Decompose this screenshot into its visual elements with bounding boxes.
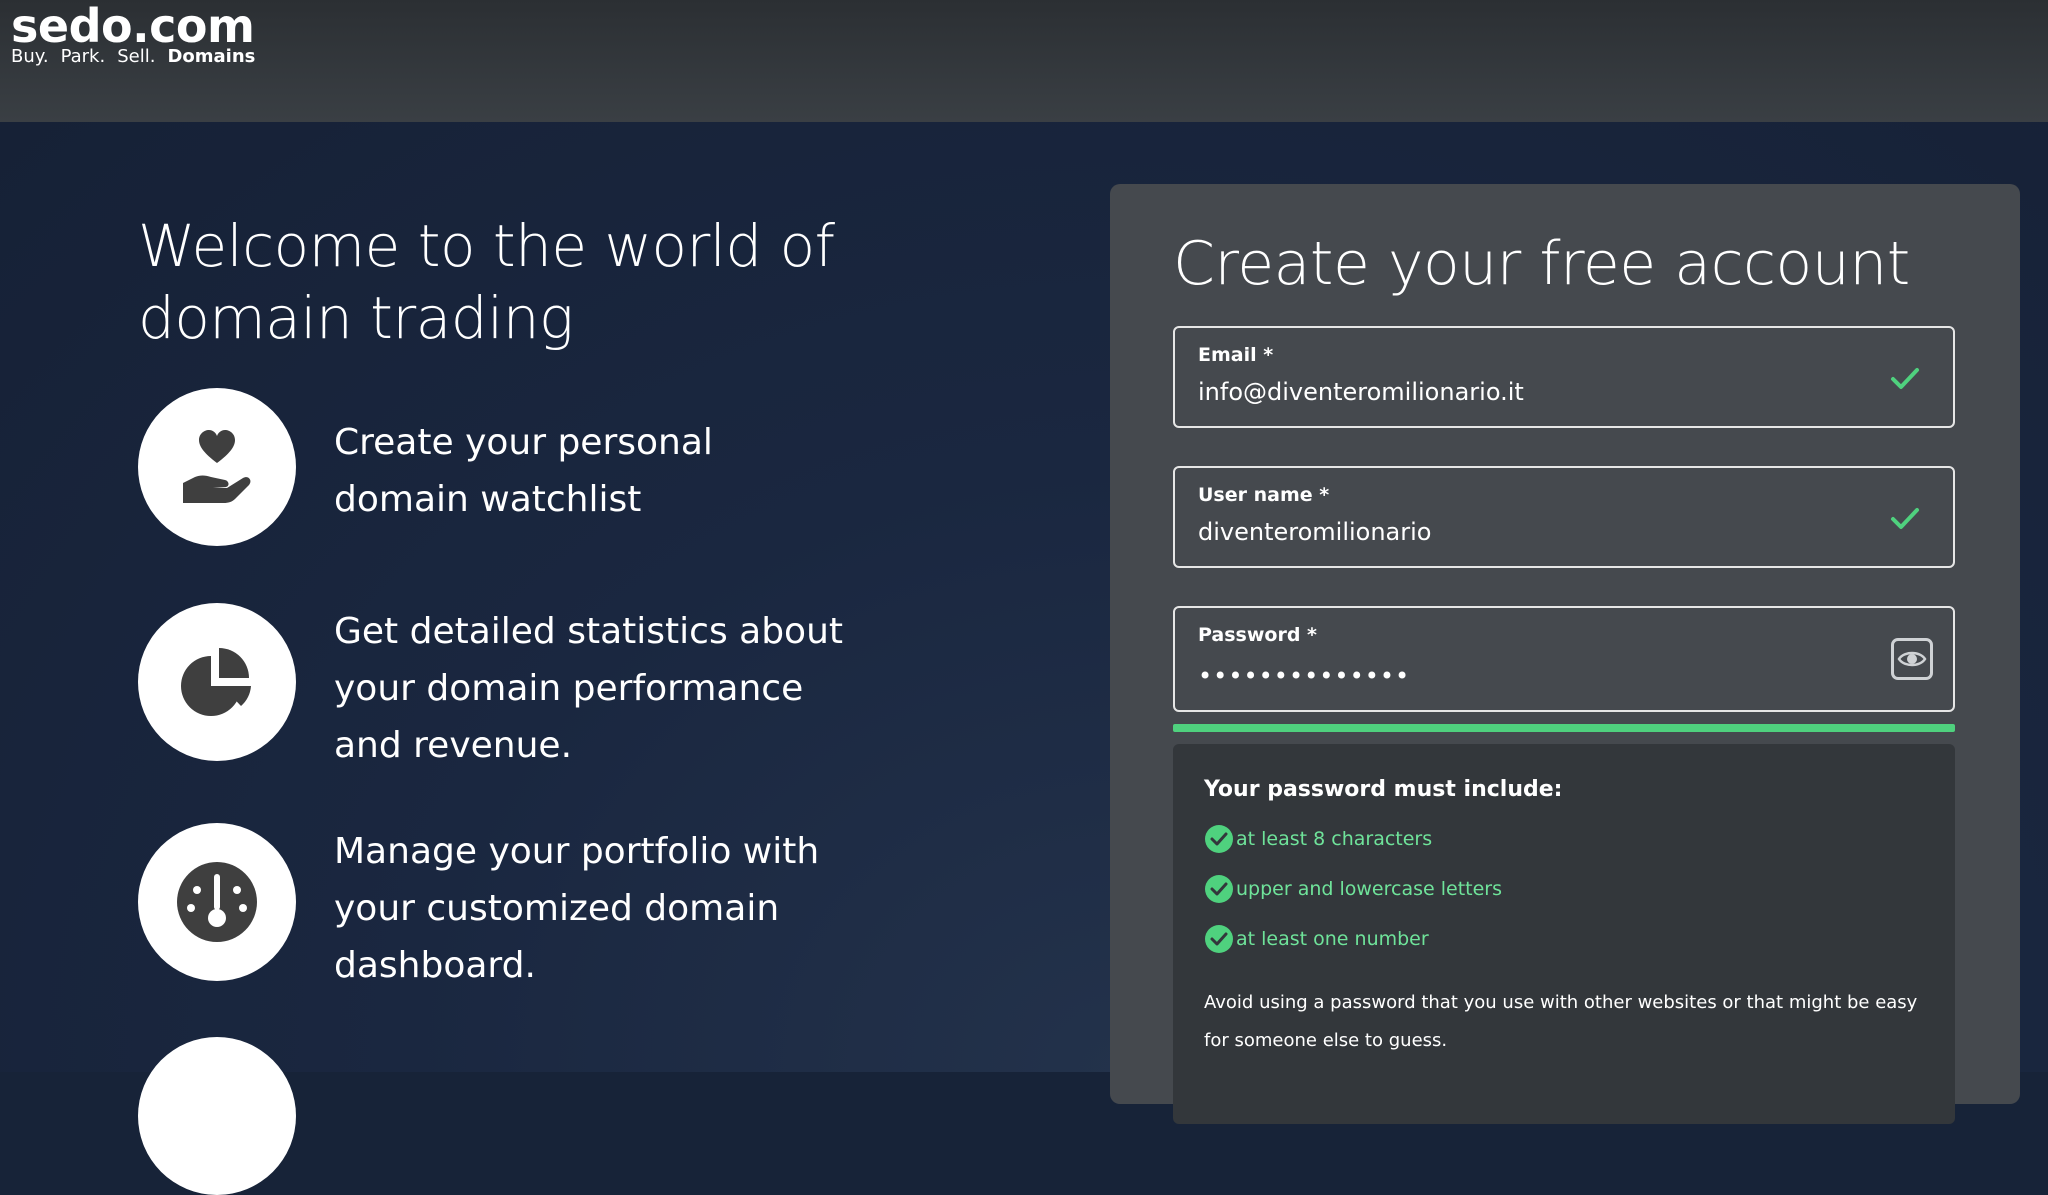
username-label: User name * [1198, 484, 1330, 506]
logo-tagline: Buy. Park. Sell. Domains [11, 48, 267, 66]
email-label: Email * [1198, 344, 1274, 366]
feature-icon-circle [138, 1037, 296, 1195]
username-field[interactable]: User name * [1173, 466, 1955, 568]
password-field[interactable]: Password * [1173, 606, 1955, 712]
form-title: Create your free account [1173, 229, 1910, 299]
top-bar: sedo.com Buy. Park. Sell. Domains [0, 0, 2048, 122]
checkmark-icon [1891, 508, 1919, 529]
feature-text: Create your personal domain watchlist [334, 422, 713, 520]
dashboard-gauge-icon [138, 823, 296, 981]
sedo-logo[interactable]: sedo.com Buy. Park. Sell. Domains [11, 0, 267, 66]
password-advice: Avoid using a password that you use with… [1204, 992, 1918, 1051]
rule-item: at least 8 characters [1204, 824, 1432, 854]
password-input[interactable] [1198, 662, 1838, 690]
check-circle-icon [1205, 925, 1233, 953]
tagline-sell: Sell. [117, 46, 156, 67]
password-rules-panel: Your password must include: at least 8 c… [1173, 744, 1955, 1124]
rule-text: at least 8 characters [1236, 828, 1433, 850]
email-input[interactable] [1198, 378, 1838, 406]
rule-text: at least one number [1236, 928, 1429, 950]
checkmark-icon [1891, 368, 1919, 389]
check-circle-icon [1205, 875, 1233, 903]
username-input[interactable] [1198, 518, 1838, 546]
feature-text: Manage your portfolio with your customiz… [334, 831, 820, 986]
password-strength-bar [1173, 724, 1955, 732]
tagline-park: Park. [60, 46, 106, 67]
welcome-heading: Welcome to the world of domain trading [138, 212, 835, 352]
rule-text: upper and lowercase letters [1236, 878, 1502, 900]
signup-card: Create your free account Email * User na… [1110, 184, 2020, 1124]
feature-text: Get detailed statistics about your domai… [334, 611, 844, 766]
rule-item: at least one number [1204, 924, 1429, 954]
tagline-buy: Buy. [11, 46, 49, 67]
show-password-button[interactable] [1891, 638, 1933, 680]
heart-hand-icon [138, 388, 296, 546]
rules-title: Your password must include: [1204, 777, 1563, 802]
eye-icon [1897, 651, 1927, 667]
rule-item: upper and lowercase letters [1204, 874, 1502, 904]
password-label: Password * [1198, 624, 1317, 646]
logo-wordmark: sedo.com [11, 0, 255, 53]
pie-chart-icon [138, 603, 296, 761]
email-field[interactable]: Email * [1173, 326, 1955, 428]
tagline-domains: Domains [167, 46, 256, 67]
check-circle-icon [1205, 825, 1233, 853]
